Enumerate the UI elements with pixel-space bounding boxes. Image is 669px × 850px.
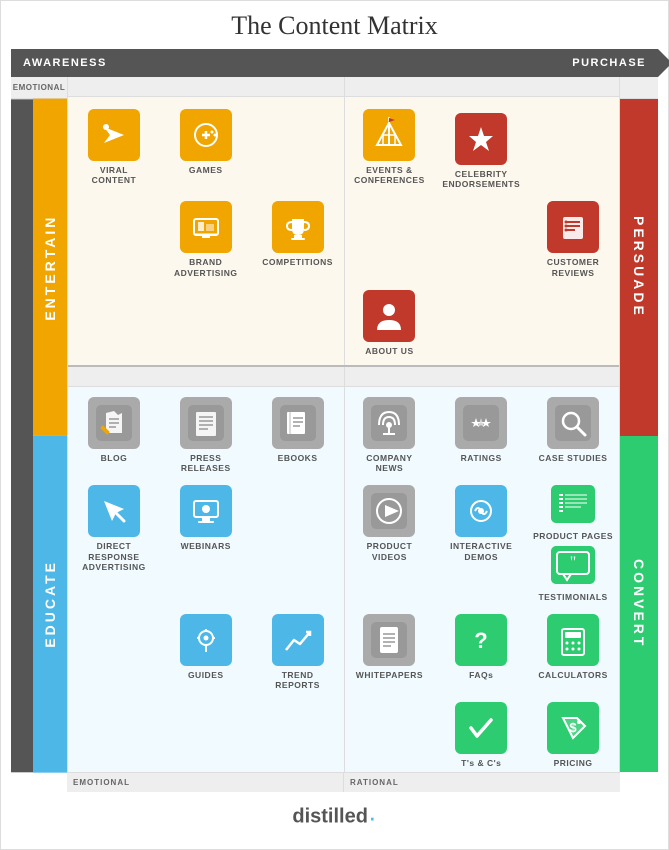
testimonials-label: TESTIMONIALS (538, 592, 607, 602)
webinars-label: WEBINARS (181, 541, 231, 551)
customer-reviews-icon (547, 201, 599, 253)
pricing-icon: $ (547, 702, 599, 754)
guides-label: GUIDES (188, 670, 224, 680)
svg-text:": " (570, 554, 577, 571)
product-pages-icon (551, 485, 595, 523)
case-studies-cell: CASE STUDIES (527, 389, 619, 477)
content-matrix-container: The Content Matrix AWARENESS PURCHASE EM… (0, 0, 669, 850)
emotional-bottom-label: EMOTIONAL (73, 778, 130, 787)
ebooks-cell: EBOOKS (252, 389, 344, 477)
case-studies-label: CASE STUDIES (539, 453, 608, 463)
brand-advertising-icon (180, 201, 232, 253)
brand-advertising-label: BRANDADVERTISING (174, 257, 238, 277)
educate-label: EDUCATE (33, 436, 67, 773)
press-releases-label: PRESSRELEASES (181, 453, 231, 473)
trend-reports-icon (272, 614, 324, 666)
awareness-label: AWARENESS (23, 57, 107, 69)
ebooks-label: EBOOKS (278, 453, 318, 463)
interactive-demos-label: INTERACTIVEDEMOS (450, 541, 512, 561)
faqs-icon: ? (455, 614, 507, 666)
guides-icon (180, 614, 232, 666)
customer-reviews-cell: CUSTOMERREVIEWS (527, 193, 619, 281)
celebrity-icon (455, 113, 507, 165)
company-news-cell: COMPANYNEWS (344, 389, 436, 477)
svg-text:?: ? (475, 628, 488, 653)
games-label: GAMES (189, 165, 223, 175)
product-pages-testimonials-cell: PRODUCT PAGES " TESTIMONIALS (527, 477, 619, 605)
about-us-cell: ABOUT US (344, 282, 436, 360)
product-videos-cell: PRODUCTVIDEOS (344, 477, 436, 605)
blog-icon (88, 397, 140, 449)
viral-content-label: VIRALCONTENT (92, 165, 137, 185)
faqs-cell: ? FAQs (435, 606, 527, 694)
events-icon (363, 109, 415, 161)
press-releases-cell: PRESSRELEASES (160, 389, 252, 477)
svg-text:$: $ (569, 720, 577, 735)
convert-label: CONVERT (620, 436, 658, 773)
entertain-label: ENTERTAIN (33, 99, 67, 436)
calculators-cell: CALCULATORS (527, 606, 619, 694)
events-label: EVENTS &CONFERENCES (354, 165, 425, 185)
guides-cell: GUIDES (160, 606, 252, 694)
rational-bottom-label: RATIONAL (350, 778, 399, 787)
pricing-label: PRICING (554, 758, 593, 768)
direct-response-label: DIRECT RESPONSEADVERTISING (72, 541, 156, 572)
blog-label: BLOG (101, 453, 128, 463)
webinars-cell: WEBINARS (160, 477, 252, 605)
competitions-label: COMPETITIONS (262, 257, 333, 267)
about-us-label: ABOUT US (365, 346, 413, 356)
press-releases-icon (180, 397, 232, 449)
ratings-label: RATINGS (461, 453, 502, 463)
pricing-cell: $ PRICING (527, 694, 619, 772)
testimonials-icon: " (551, 546, 595, 584)
about-us-icon (363, 290, 415, 342)
interactive-demos-cell: INTERACTIVEDEMOS (435, 477, 527, 605)
purchase-label: PURCHASE (572, 57, 646, 69)
product-videos-label: PRODUCTVIDEOS (367, 541, 413, 561)
interactive-demos-icon (455, 485, 507, 537)
ts-and-cs-label: T's & C's (461, 758, 501, 768)
case-studies-icon (547, 397, 599, 449)
vertical-axis-arrow (11, 99, 33, 772)
direct-response-cell: DIRECT RESPONSEADVERTISING (68, 477, 160, 605)
webinars-icon (180, 485, 232, 537)
emotional-label: EMOTIONAL (13, 83, 66, 92)
viral-content-icon (88, 109, 140, 161)
company-news-label: COMPANYNEWS (366, 453, 412, 473)
games-cell: GAMES (160, 101, 252, 193)
brand-advertising-cell: BRANDADVERTISING (160, 193, 252, 281)
viral-content-cell: VIRALCONTENT (68, 101, 160, 193)
product-pages-label: PRODUCT PAGES (533, 531, 613, 541)
faqs-label: FAQs (469, 670, 493, 680)
company-news-icon (363, 397, 415, 449)
product-videos-icon (363, 485, 415, 537)
logo-text: distilled (292, 806, 368, 828)
direct-response-icon (88, 485, 140, 537)
ebooks-icon (272, 397, 324, 449)
whitepapers-icon (363, 614, 415, 666)
competitions-icon (272, 201, 324, 253)
games-icon (180, 109, 232, 161)
trend-reports-cell: TRENDREPORTS (252, 606, 344, 694)
events-conferences-cell: EVENTS &CONFERENCES (344, 101, 436, 193)
competitions-cell: COMPETITIONS (252, 193, 344, 281)
calculators-label: CALCULATORS (538, 670, 607, 680)
page-title: The Content Matrix (11, 11, 658, 41)
persuade-label: PERSUADE (620, 99, 658, 436)
blog-cell: BLOG (68, 389, 160, 477)
trend-reports-label: TRENDREPORTS (275, 670, 320, 690)
whitepapers-cell: WHITEPAPERS (344, 606, 436, 694)
whitepapers-label: WHITEPAPERS (356, 670, 423, 680)
calculators-icon (547, 614, 599, 666)
ts-and-cs-icon (455, 702, 507, 754)
celebrity-label: CELEBRITYENDORSEMENTS (442, 169, 520, 189)
ratings-icon (455, 397, 507, 449)
logo-bar: distilled· (11, 792, 658, 839)
customer-reviews-label: CUSTOMERREVIEWS (547, 257, 600, 277)
axis-bar: AWARENESS PURCHASE (11, 49, 658, 77)
ratings-cell: RATINGS (435, 389, 527, 477)
ts-and-cs-cell: T's & C's (435, 694, 527, 772)
